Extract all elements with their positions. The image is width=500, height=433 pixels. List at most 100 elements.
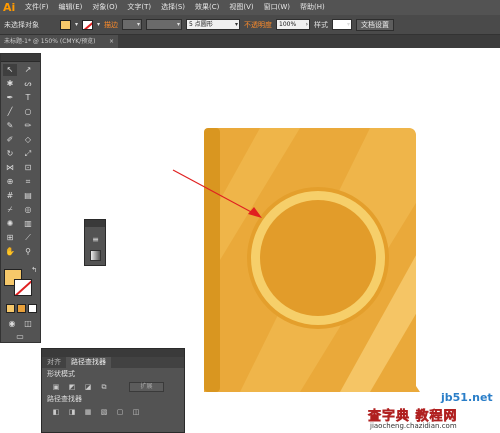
pencil-tool-icon[interactable]: ✏ (21, 120, 35, 132)
unite-icon[interactable]: ▣ (51, 383, 61, 391)
opacity-value: 100% (279, 21, 297, 28)
symbol-sprayer-tool-icon[interactable]: ✺ (3, 218, 17, 230)
fill-swatch[interactable] (60, 19, 71, 30)
crop-icon[interactable]: ▧ (99, 408, 109, 416)
gradient-mode-swatch[interactable] (17, 304, 26, 313)
tools-panel: ↖ ↗ ✱ ᔕ ✒ T ╱ ○ ✎ ✏ ✐ ◇ ↻ ⤢ ⋈ ⊡ ⊕ ⌗ # ▤ … (0, 53, 41, 343)
hand-tool-icon[interactable]: ✋ (3, 246, 17, 258)
lasso-tool-icon[interactable]: ᔕ (21, 78, 35, 90)
stroke-dropdown-arrow-icon[interactable]: ▾ (97, 21, 100, 28)
opacity-label[interactable]: 不透明度 (244, 20, 272, 30)
divide-icon[interactable]: ◧ (51, 408, 61, 416)
draw-mode-icon[interactable]: ◉ (5, 318, 19, 330)
chevron-down-icon: ▾ (347, 21, 351, 28)
blend-tool-icon[interactable]: ◎ (21, 204, 35, 216)
menu-help[interactable]: 帮助(H) (295, 0, 330, 15)
none-mode-swatch[interactable] (28, 304, 37, 313)
gradient-tool-icon[interactable]: ▤ (21, 190, 35, 202)
screen-mode-icon[interactable]: ▭ (13, 331, 27, 343)
menu-edit[interactable]: 编辑(E) (54, 0, 88, 15)
eyedropper-tool-icon[interactable]: ⌿ (3, 204, 17, 216)
menu-select[interactable]: 选择(S) (156, 0, 190, 15)
eraser-tool-icon[interactable]: ◇ (21, 134, 35, 146)
trim-icon[interactable]: ◨ (67, 408, 77, 416)
pathfinders-row: ◧ ◨ ▦ ▧ ▢ ◫ (42, 405, 184, 418)
selection-tool-icon[interactable]: ↖ (3, 64, 17, 76)
stroke-label[interactable]: 描边 (104, 20, 118, 30)
paintbrush-tool-icon[interactable]: ✎ (3, 120, 17, 132)
app-logo: Ai (3, 1, 16, 14)
expand-button[interactable]: 扩展 (129, 381, 164, 392)
swap-colors-icon[interactable]: ↰ (27, 264, 41, 276)
color-mode-swatch[interactable] (6, 304, 15, 313)
collapsed-panel-dock: ≡ (84, 219, 106, 266)
stroke-swatch[interactable] (82, 19, 94, 30)
intersect-icon[interactable]: ◪ (83, 383, 93, 391)
menu-effect[interactable]: 效果(C) (190, 0, 224, 15)
mesh-tool-icon[interactable]: # (3, 190, 17, 202)
stroke-color-box[interactable] (14, 279, 32, 296)
book-illustration[interactable] (172, 128, 430, 392)
scale-tool-icon[interactable]: ⤢ (21, 148, 35, 160)
menu-view[interactable]: 视图(V) (224, 0, 258, 15)
chevron-down-icon: ▾ (137, 21, 141, 28)
free-transform-tool-icon[interactable]: ⊡ (21, 162, 35, 174)
width-tool-icon[interactable]: ⋈ (3, 162, 17, 174)
pen-tool-icon[interactable]: ✒ (3, 92, 17, 104)
magic-wand-tool-icon[interactable]: ✱ (3, 78, 17, 90)
ellipse-tool-icon[interactable]: ○ (21, 106, 35, 118)
watermark-url: jiaocheng.chazidian.com (370, 422, 457, 430)
chevron-down-icon: ▾ (235, 21, 239, 28)
pathfinder-panel-header[interactable] (42, 349, 184, 357)
minus-back-icon[interactable]: ◫ (131, 408, 141, 416)
line-tool-icon[interactable]: ╱ (3, 106, 17, 118)
stroke-panel-icon[interactable]: ≡ (90, 234, 101, 245)
shape-builder-tool-icon[interactable]: ⊕ (3, 176, 17, 188)
type-tool-icon[interactable]: T (21, 92, 35, 104)
document-settings-button[interactable]: 文档设置 (356, 18, 395, 31)
column-graph-tool-icon[interactable]: ▥ (21, 218, 35, 230)
menu-type[interactable]: 文字(T) (122, 0, 156, 15)
shape-modes-row: ▣ ◩ ◪ ⧉ 扩展 (42, 380, 184, 393)
chevron-down-icon: ▾ (177, 21, 181, 28)
tools-panel-header[interactable] (1, 54, 40, 62)
rotate-tool-icon[interactable]: ↻ (3, 148, 17, 160)
stroke-weight-dropdown[interactable]: ▾ (122, 19, 143, 30)
document-tab[interactable]: 未标题-1* @ 150% (CMYK/预览) × (0, 35, 118, 48)
opacity-input[interactable]: 100% › (276, 19, 311, 30)
menu-bar: Ai 文件(F) 编辑(E) 对象(O) 文字(T) 选择(S) 效果(C) 视… (0, 0, 500, 15)
badge-center[interactable] (260, 200, 376, 316)
tab-align[interactable]: 对齐 (42, 357, 66, 368)
minus-front-icon[interactable]: ◩ (67, 383, 77, 391)
tab-pathfinder[interactable]: 路径查找器 (66, 357, 111, 368)
brush-dropdown[interactable]: 5 点圆形 ▾ (186, 19, 241, 30)
pathfinder-tabs: 对齐 路径查找器 (42, 357, 184, 368)
draw-behind-icon[interactable]: ◫ (21, 318, 35, 330)
exclude-icon[interactable]: ⧉ (99, 383, 109, 391)
artboard-tool-icon[interactable]: ⊞ (3, 232, 17, 244)
zoom-tool-icon[interactable]: ⚲ (21, 246, 35, 258)
brush-definition: 5 点圆形 (189, 21, 213, 28)
watermark-site: jb51.net (441, 391, 493, 404)
menu-file[interactable]: 文件(F) (20, 0, 54, 15)
variable-width-dropdown[interactable]: ▾ (146, 19, 183, 30)
style-label: 样式 (314, 20, 329, 29)
control-bar: 未选择对象 ▾ ▾ 描边 ▾ ▾ 5 点圆形 ▾ 不透明度 100% › 样式 ▾ … (0, 15, 500, 35)
merge-icon[interactable]: ▦ (83, 408, 93, 416)
style-swatch[interactable]: ▾ (332, 19, 353, 30)
outline-icon[interactable]: ▢ (115, 408, 125, 416)
gradient-panel-icon[interactable] (90, 250, 101, 261)
book-spine (204, 128, 220, 392)
blob-brush-tool-icon[interactable]: ✐ (3, 134, 17, 146)
close-icon[interactable]: × (109, 35, 114, 48)
menu-window[interactable]: 窗口(W) (259, 0, 295, 15)
menu-object[interactable]: 对象(O) (87, 0, 122, 15)
fill-dropdown-arrow-icon[interactable]: ▾ (75, 21, 78, 28)
perspective-grid-tool-icon[interactable]: ⌗ (21, 176, 35, 188)
pathfinder-panel: 对齐 路径查找器 形状模式 ▣ ◩ ◪ ⧉ 扩展 路径查找器 ◧ ◨ ▦ ▧ ▢… (41, 348, 185, 433)
chevron-right-icon: › (305, 21, 309, 28)
direct-selection-tool-icon[interactable]: ↗ (21, 64, 35, 76)
selection-status: 未选择对象 (4, 20, 39, 29)
panel-header[interactable] (85, 220, 105, 227)
slice-tool-icon[interactable]: ⟋ (21, 232, 35, 244)
